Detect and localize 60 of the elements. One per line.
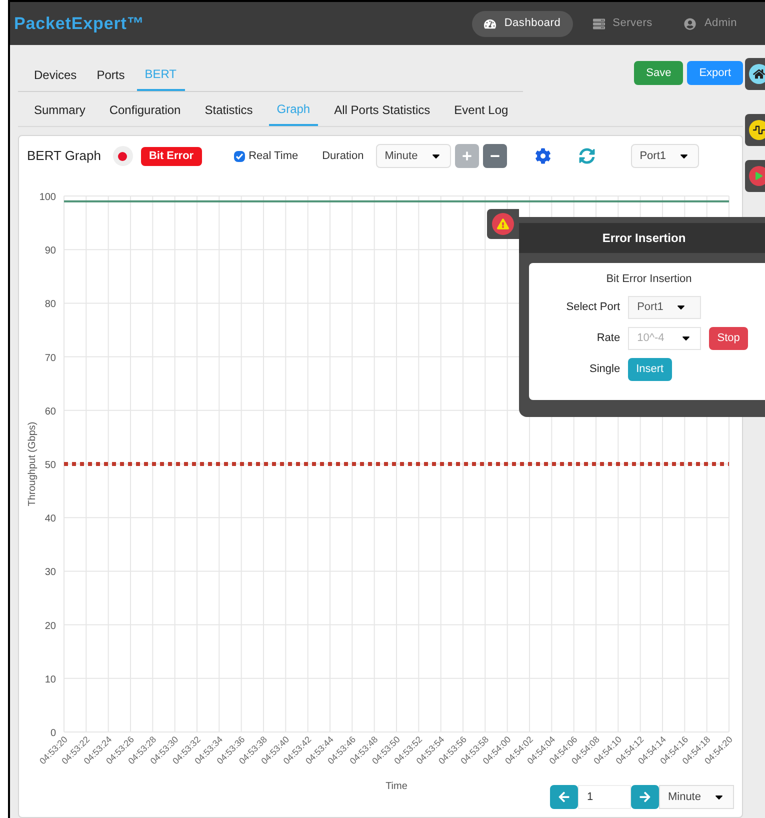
bit-error-button[interactable]: Bit Error [140,146,202,166]
real-time-label: Real Time [248,148,298,164]
duration-label: Duration [322,148,364,164]
home-icon [749,64,765,84]
gauge-icon [484,18,496,30]
y-tick-label: 70 [44,352,56,364]
side-tab[interactable] [745,114,765,146]
wave-icon [749,120,765,140]
graph-title: BERT Graph [27,147,101,166]
page-field[interactable]: 1 [578,785,631,809]
y-tick-label: 30 [44,567,56,578]
tab[interactable]: Statistics [196,92,261,126]
refresh-icon[interactable] [578,148,595,164]
tab[interactable]: Configuration [101,92,189,126]
card-title: Bit Error Insertion [606,272,692,287]
tab[interactable]: Event Log [446,92,516,126]
y-tick-label: 80 [44,299,56,310]
nav-item[interactable]: Servers [580,10,664,36]
user-icon [684,18,696,30]
tab[interactable]: Devices [26,57,85,91]
tab[interactable]: Summary [26,92,94,126]
side-tab[interactable] [745,58,765,90]
zoom-out-button[interactable] [482,144,507,168]
arrow-right-icon [638,791,651,803]
duration-select[interactable]: Minute [376,144,451,168]
single-label: Single [588,362,620,377]
app-logo: PacketExpert™ [14,12,144,35]
arrow-left-icon [558,791,570,803]
y-axis-title: Throughput (Gbps) [27,422,38,506]
y-tick-label: 60 [44,406,56,418]
warning-tab[interactable] [487,209,519,239]
tab[interactable]: Ports [88,57,133,91]
save-button[interactable]: Save [634,61,684,85]
server-icon [592,18,605,30]
next-button[interactable] [630,785,659,809]
x-axis-title: Time [386,781,408,792]
y-tick-label: 40 [44,514,56,525]
tab[interactable]: All Ports Statistics [326,92,438,126]
y-tick-label: 20 [44,620,56,632]
y-tick-label: 0 [50,728,56,739]
plus-icon [462,151,472,161]
real-time-checkbox[interactable] [234,150,245,162]
previous-button[interactable] [550,785,578,809]
rate-label: Rate [596,330,620,346]
unit-select[interactable]: Minute [658,785,734,809]
y-tick-label: 90 [44,246,56,257]
panel-title: Error Insertion [602,230,686,247]
stop-button[interactable]: Stop [709,326,748,350]
nav-item[interactable]: Admin [672,10,749,36]
record-icon [112,146,133,166]
port-select[interactable]: Port1 [630,144,700,168]
nav-item[interactable]: Dashboard [472,10,573,36]
y-tick-label: 50 [44,460,56,471]
warning-icon [492,213,514,235]
play-icon [749,166,765,186]
y-tick-label: 100 [39,192,56,203]
y-tick-label: 10 [44,674,56,686]
settings-icon[interactable] [534,148,551,164]
port-select[interactable]: Port1 [628,296,702,318]
select-port-label: Select Port [565,300,620,315]
